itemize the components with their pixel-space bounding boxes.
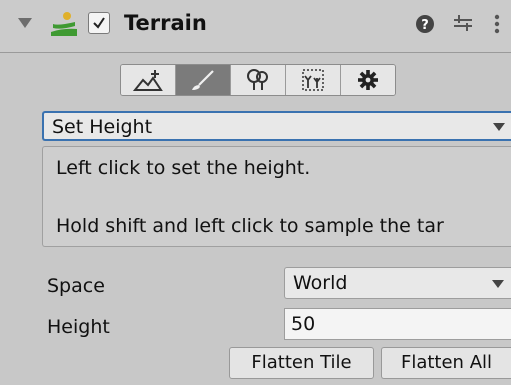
height-input[interactable]: 50	[284, 308, 511, 340]
space-dropdown[interactable]: World	[284, 267, 511, 299]
tool-terrain-settings[interactable]	[341, 65, 395, 95]
svg-text:?: ?	[421, 18, 429, 33]
flatten-all-button[interactable]: Flatten All	[381, 347, 511, 379]
tool-create-neighbor-terrains[interactable]	[121, 65, 176, 95]
tool-paint-details[interactable]	[286, 65, 341, 95]
flatten-tile-button[interactable]: Flatten Tile	[229, 347, 374, 379]
tool-paint-trees[interactable]	[231, 65, 286, 95]
help-text-line: Hold shift and left click to sample the …	[56, 215, 444, 237]
gear-icon	[358, 70, 378, 90]
enabled-checkbox[interactable]	[88, 12, 110, 34]
help-icon[interactable]: ?	[415, 14, 435, 34]
height-label: Height	[47, 316, 110, 338]
height-value: 50	[291, 313, 316, 335]
tool-paint-terrain[interactable]	[176, 65, 231, 95]
chevron-down-icon	[493, 123, 505, 131]
paint-mode-value: Set Height	[52, 116, 153, 138]
paint-mode-dropdown[interactable]: Set Height	[42, 111, 511, 141]
menu-icon[interactable]	[490, 10, 504, 38]
foldout-arrow-icon[interactable]	[16, 14, 34, 32]
brush-icon	[192, 70, 214, 90]
space-label: Space	[47, 275, 105, 297]
trees-icon	[247, 69, 268, 90]
terrain-icon	[51, 12, 77, 36]
component-header: Terrain ?	[0, 0, 511, 53]
help-box: Left click to set the height. Hold shift…	[42, 146, 511, 247]
details-icon	[302, 69, 324, 91]
chevron-down-icon	[492, 280, 504, 288]
presets-icon[interactable]	[452, 12, 474, 34]
terrain-toolbar	[120, 64, 396, 96]
checkmark-icon	[93, 17, 105, 29]
terrain-add-icon	[133, 70, 163, 91]
space-value: World	[293, 272, 348, 294]
component-title: Terrain	[124, 11, 207, 35]
help-text-line: Left click to set the height.	[56, 157, 311, 179]
